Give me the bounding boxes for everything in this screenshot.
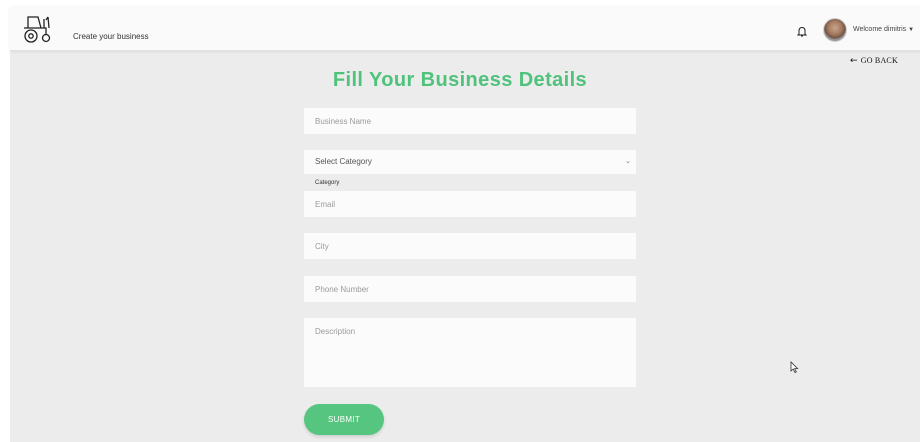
go-back-label: GO BACK	[860, 56, 898, 65]
bell-icon[interactable]	[797, 26, 807, 37]
category-select-value: Select Category	[315, 157, 372, 166]
page-label: Create your business	[73, 32, 149, 41]
email-input[interactable]	[304, 191, 636, 217]
chevron-down-icon: ⌄	[625, 158, 631, 165]
city-input[interactable]	[304, 233, 636, 259]
caret-down-icon: ▼	[908, 27, 915, 33]
description-textarea[interactable]	[304, 318, 636, 387]
go-back-link[interactable]: ← GO BACK	[850, 56, 898, 66]
tractor-icon[interactable]	[22, 14, 54, 44]
welcome-text: Welcome dimitris	[853, 26, 907, 33]
submit-button[interactable]: SUBMIT	[304, 404, 384, 435]
top-navbar: Create your business Welcome dimitris ▼	[10, 6, 920, 51]
phone-number-input[interactable]	[304, 276, 636, 302]
arrow-left-icon: ←	[850, 56, 858, 66]
business-name-input[interactable]	[304, 108, 636, 134]
user-menu-toggle[interactable]: Welcome dimitris ▼	[853, 26, 914, 33]
mouse-pointer-icon	[790, 361, 799, 373]
category-select[interactable]: Select Category ⌄	[304, 150, 636, 174]
form-title: Fill Your Business Details	[332, 69, 588, 91]
category-label: Category	[315, 180, 340, 186]
avatar[interactable]	[823, 18, 847, 42]
